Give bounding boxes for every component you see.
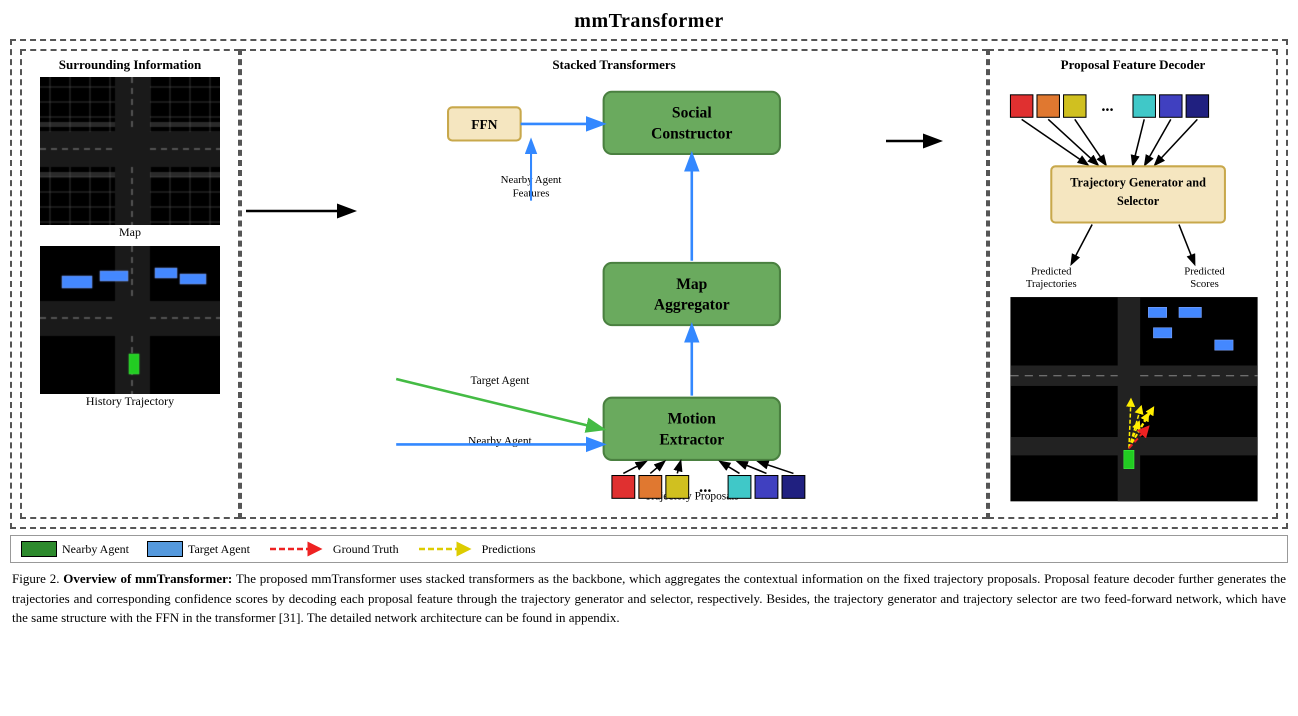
trajectory-canvas (40, 246, 220, 394)
map-canvas (40, 77, 220, 225)
svg-text:...: ... (699, 477, 711, 496)
svg-text:Predicted: Predicted (1184, 266, 1225, 278)
caption-figure-label: Figure 2. (12, 571, 59, 586)
legend-predictions: Predictions (417, 541, 536, 557)
legend-target-agent-label: Target Agent (188, 542, 250, 557)
svg-text:Trajectories: Trajectories (1026, 278, 1077, 290)
legend-nearby-agent: Nearby Agent (21, 541, 129, 557)
svg-text:Map: Map (676, 276, 707, 293)
svg-text:FFN: FFN (471, 117, 497, 132)
proposal-svg: ... Trajectory Generator and Selector Pr… (990, 71, 1276, 517)
legend-target-agent: Target Agent (147, 541, 250, 557)
svg-text:Motion: Motion (668, 411, 717, 428)
surrounding-title: Surrounding Information (59, 57, 201, 73)
panel-proposal: Proposal Feature Decoder ... (988, 49, 1278, 519)
caption-bold: Overview of mmTransformer: (63, 571, 232, 586)
svg-text:Scores: Scores (1190, 278, 1219, 290)
legend-area: Nearby Agent Target Agent Ground Truth P… (10, 535, 1288, 563)
trajectory-label: History Trajectory (86, 394, 174, 409)
svg-text:Target Agent: Target Agent (471, 375, 531, 387)
svg-text:Extractor: Extractor (659, 431, 724, 448)
svg-text:Social: Social (672, 105, 712, 122)
diagram-area: Surrounding Information Map History Traj… (10, 39, 1288, 529)
svg-text:Trajectory Generator and: Trajectory Generator and (1070, 176, 1206, 190)
svg-text:Constructor: Constructor (651, 125, 732, 142)
legend-ground-truth-icon (268, 541, 328, 557)
legend-predictions-label: Predictions (482, 542, 536, 557)
legend-nearby-agent-label: Nearby Agent (62, 542, 129, 557)
legend-nearby-agent-icon (21, 541, 57, 557)
svg-text:Predicted: Predicted (1031, 266, 1072, 278)
legend-ground-truth-label: Ground Truth (333, 542, 399, 557)
main-title: mmTransformer (0, 0, 1298, 39)
caption: Figure 2. Overview of mmTransformer: The… (12, 569, 1286, 628)
panel-surrounding: Surrounding Information Map History Traj… (20, 49, 240, 519)
legend-ground-truth: Ground Truth (268, 541, 399, 557)
svg-text:Selector: Selector (1117, 194, 1160, 208)
panel-stacked: Stacked Transformers Social Constructor … (240, 49, 988, 519)
svg-text:...: ... (1101, 96, 1113, 115)
svg-text:Aggregator: Aggregator (654, 297, 730, 314)
legend-predictions-icon (417, 541, 477, 557)
legend-target-agent-icon (147, 541, 183, 557)
map-label: Map (119, 225, 141, 240)
stacked-svg: Social Constructor FFN Map Aggregator Mo… (242, 71, 986, 517)
